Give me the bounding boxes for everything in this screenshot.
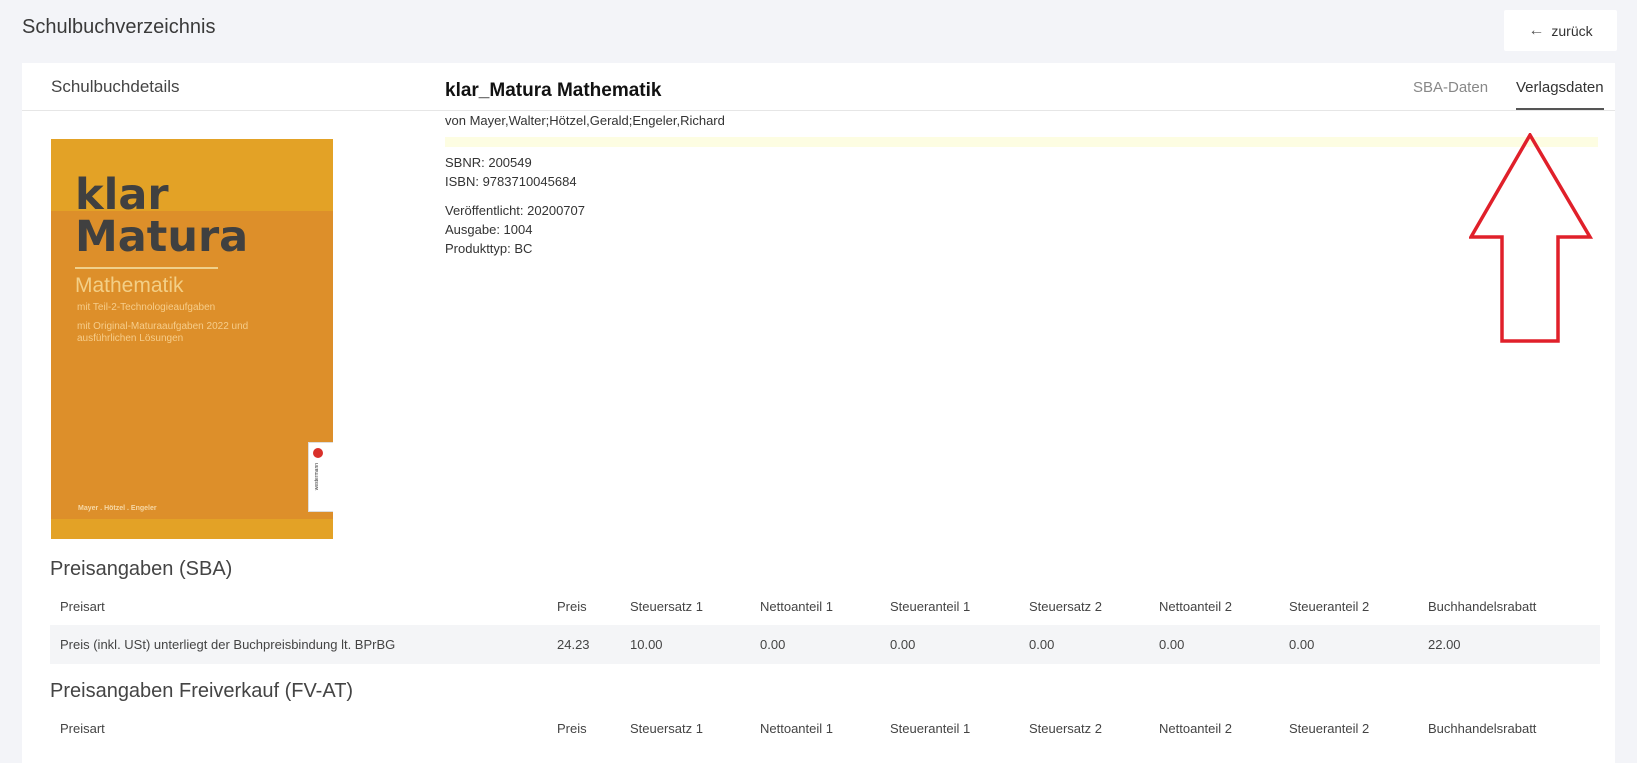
column-header: Preis [557, 598, 587, 614]
book-edition: Ausgabe: 1004 [445, 222, 533, 237]
price-table-sba: Preisart Preis Steuersatz 1 Nettoanteil … [50, 587, 1600, 664]
cover-note-2: mit Original-Maturaaufgaben 2022 und aus… [77, 321, 249, 344]
section-title-fv: Preisangaben Freiverkauf (FV-AT) [50, 680, 354, 702]
table-cell: 0.00 [1019, 625, 1149, 664]
book-product-type: Produkttyp: BC [445, 241, 533, 256]
book-authors: von Mayer,Walter;Hötzel,Gerald;Engeler,R… [445, 113, 725, 128]
page-title: Schulbuchverzeichnis [22, 16, 216, 38]
table-cell: Preis (inkl. USt) unterliegt der Buchpre… [50, 625, 547, 664]
red-arrow-annotation [1469, 133, 1594, 343]
book-sbnr: SBNR: 200549 [445, 155, 532, 170]
publisher-logo: westermann [308, 442, 333, 512]
table-cell: 22.00 [1418, 625, 1600, 664]
book-title: klar_Matura Mathematik [445, 80, 662, 101]
column-header: Buchhandelsrabatt [1428, 720, 1537, 736]
table-cell: 24.23 [547, 625, 620, 664]
column-header: Preis [557, 720, 587, 736]
section-title-sba: Preisangaben (SBA) [50, 558, 233, 580]
arrow-left-icon: ← [1528, 21, 1545, 39]
publisher-name: westermann [314, 463, 320, 491]
table-cell: 0.00 [750, 625, 880, 664]
column-header: Preisart [60, 598, 105, 614]
tab-verlagsdaten[interactable]: Verlagsdaten [1516, 79, 1604, 110]
column-header: Steueranteil 2 [1289, 598, 1370, 614]
column-header: Buchhandelsrabatt [1428, 598, 1537, 614]
column-header: Steueranteil 1 [890, 720, 971, 736]
table-cell: 0.00 [880, 625, 1019, 664]
column-header: Steueranteil 1 [890, 598, 971, 614]
column-header: Nettoanteil 2 [1159, 720, 1232, 736]
cover-title-line2: Matura [75, 212, 249, 262]
column-header: Preisart [60, 720, 105, 736]
cover-authors: Mayer . Hötzel . Engeler [78, 505, 157, 512]
table-row: Preis (inkl. USt) unterliegt der Buchpre… [50, 625, 1600, 664]
column-header: Nettoanteil 1 [760, 598, 833, 614]
book-isbn: ISBN: 9783710045684 [445, 174, 577, 189]
cover-subject: Mathematik [75, 274, 184, 297]
table-header-row: Preisart Preis Steuersatz 1 Nettoanteil … [50, 709, 1600, 747]
column-header: Steuersatz 2 [1029, 720, 1102, 736]
cover-title-line1: klar [75, 170, 169, 220]
cover-note-1: mit Teil-2-Technologieaufgaben [77, 302, 216, 313]
book-published: Veröffentlicht: 20200707 [445, 203, 585, 218]
table-cell: 0.00 [1279, 625, 1418, 664]
column-header: Nettoanteil 2 [1159, 598, 1232, 614]
column-header: Nettoanteil 1 [760, 720, 833, 736]
price-table-fv: Preisart Preis Steuersatz 1 Nettoanteil … [50, 709, 1600, 747]
column-header: Steuersatz 1 [630, 598, 703, 614]
column-header: Steuersatz 2 [1029, 598, 1102, 614]
table-cell: 0.00 [1149, 625, 1279, 664]
tab-sba-daten[interactable]: SBA-Daten [1413, 79, 1488, 96]
back-button[interactable]: ← zurück [1504, 10, 1617, 51]
highlight-strip [445, 137, 1598, 147]
book-cover-image: klar Matura Mathematik mit Teil-2-Techno… [51, 139, 333, 539]
table-header-row: Preisart Preis Steuersatz 1 Nettoanteil … [50, 587, 1600, 625]
card-title: Schulbuchdetails [51, 77, 180, 96]
card-header: Schulbuchdetails SBA-Daten Verlagsdaten [22, 63, 1615, 111]
table-cell: 10.00 [620, 625, 750, 664]
column-header: Steueranteil 2 [1289, 720, 1370, 736]
column-header: Steuersatz 1 [630, 720, 703, 736]
back-button-label: zurück [1551, 22, 1593, 39]
